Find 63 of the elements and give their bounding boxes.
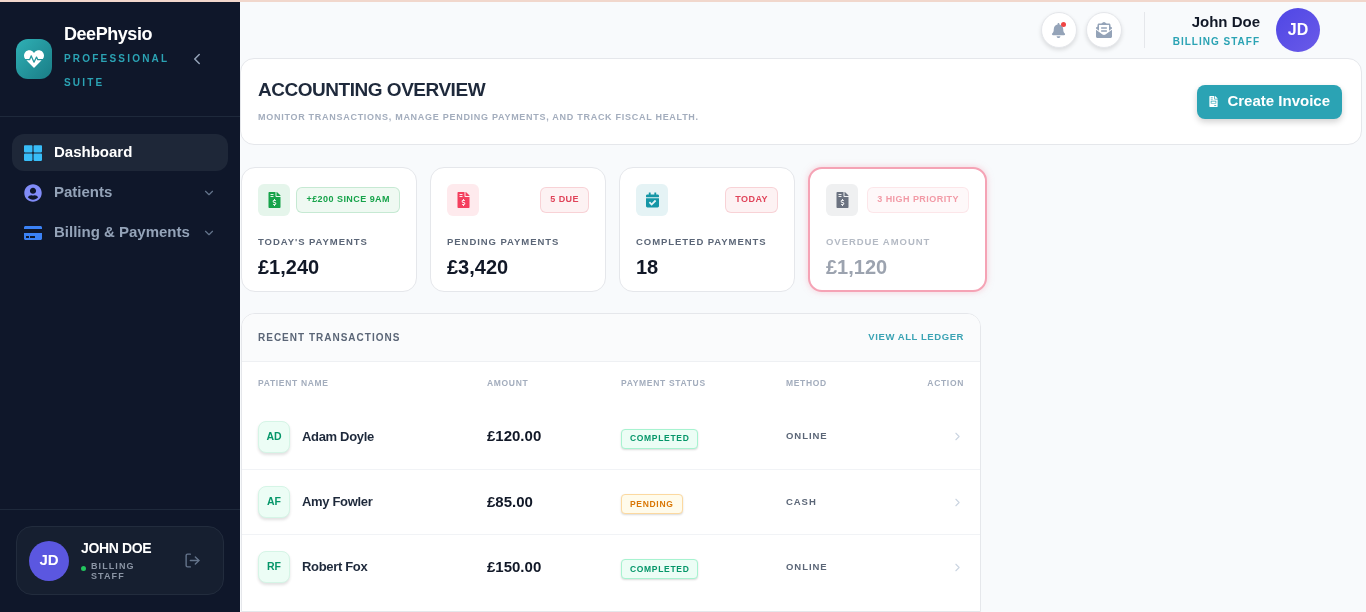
status-badge: PENDING xyxy=(621,494,683,515)
stat-label: COMPLETED PAYMENTS xyxy=(636,235,768,249)
stat-badge: TODAY xyxy=(725,187,778,213)
patient-avatar: RF xyxy=(258,551,290,583)
page-subtitle: MONITOR TRANSACTIONS, MANAGE PENDING PAYMENTS, AND TRACK FISCAL HEALTH. xyxy=(258,111,699,125)
method-cell-text: ONLINE xyxy=(786,559,829,574)
logout-button[interactable] xyxy=(184,552,201,569)
notifications-button[interactable] xyxy=(1040,12,1077,48)
patient-name: Amy Fowler xyxy=(302,493,373,512)
stat-badge: 5 DUE xyxy=(540,187,589,213)
header-user-avatar[interactable]: JD xyxy=(1276,8,1320,52)
stat-label: TODAY'S PAYMENTS xyxy=(258,235,369,249)
column-header: ACTION xyxy=(927,376,964,390)
stat-value: £3,420 xyxy=(447,255,510,281)
user-avatar: JD xyxy=(29,540,69,581)
patient-avatar: AD xyxy=(258,420,290,453)
document-icon xyxy=(1209,96,1219,107)
user-icon xyxy=(24,183,42,202)
transaction-row[interactable]: RF Robert Fox £150.00 COMPLETED ONLINE xyxy=(242,534,980,599)
stat-label: OVERDUE AMOUNT xyxy=(826,235,932,249)
bell-icon xyxy=(1051,22,1067,38)
method-cell-text: ONLINE xyxy=(786,429,829,444)
nav-label: Dashboard xyxy=(54,142,133,163)
stat-value: £1,120 xyxy=(826,255,889,281)
nav-label: Billing & Payments xyxy=(54,222,190,243)
brand-tagline: PROFESSIONAL SUITE xyxy=(64,52,170,91)
patient-name: Robert Fox xyxy=(302,558,368,577)
transaction-row[interactable]: AD Adam Doyle £120.00 COMPLETED ONLINE xyxy=(242,404,980,469)
stat-value: £1,240 xyxy=(258,255,321,281)
user-role: BILLING STAFF xyxy=(91,560,136,581)
stat-label: PENDING PAYMENTS xyxy=(447,235,561,249)
header-user-name: John Doe xyxy=(1191,12,1260,32)
stat-badge: +£200 SINCE 9AM xyxy=(296,187,400,213)
stat-value: 18 xyxy=(636,255,660,281)
logout-icon xyxy=(184,552,201,569)
heart-pulse-icon xyxy=(16,39,52,79)
nav-label: Patients xyxy=(54,182,113,203)
column-header: PATIENT NAME xyxy=(258,376,330,390)
patient-name: Adam Doyle xyxy=(302,427,374,446)
nav-item[interactable]: Dashboard xyxy=(12,134,228,171)
column-header: AMOUNT xyxy=(487,376,530,390)
patient-avatar: AF xyxy=(258,486,290,518)
header-user-role: BILLING STAFF xyxy=(1172,37,1260,48)
status-badge: COMPLETED xyxy=(621,559,699,580)
grid-icon xyxy=(24,143,42,162)
column-header: METHOD xyxy=(786,376,828,390)
envelope-icon xyxy=(1095,22,1112,38)
nav-item[interactable]: Patients xyxy=(12,174,228,211)
credit-card-icon xyxy=(24,223,42,242)
user-name: JOHN DOE xyxy=(81,540,152,558)
section-title: RECENT TRANSACTIONS xyxy=(258,331,401,345)
amount-cell-text: £150.00 xyxy=(487,556,543,577)
amount-cell-text: £120.00 xyxy=(487,426,543,447)
column-header: PAYMENT STATUS xyxy=(621,376,707,390)
stat-badge: 3 HIGH PRIORITY xyxy=(867,187,969,213)
transaction-row[interactable]: AF Amy Fowler £85.00 PENDING CASH xyxy=(242,469,980,534)
messages-button[interactable] xyxy=(1085,12,1122,48)
page-title: ACCOUNTING OVERVIEW xyxy=(258,78,487,103)
method-cell-text: CASH xyxy=(786,494,818,509)
brand-name: DeePhysio xyxy=(64,22,153,46)
status-badge: COMPLETED xyxy=(621,428,699,449)
amount-cell-text: £85.00 xyxy=(487,491,534,512)
nav-item[interactable]: Billing & Payments xyxy=(12,214,228,251)
